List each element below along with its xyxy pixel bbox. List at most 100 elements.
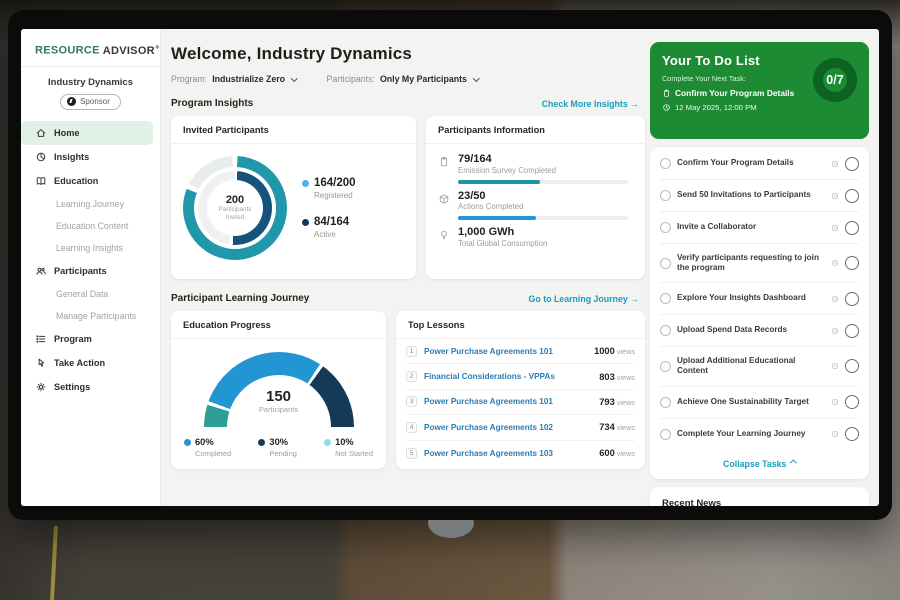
legend-item-pending: 30% Pending xyxy=(258,437,297,458)
section-title: Program Insights xyxy=(171,98,253,109)
clock-icon xyxy=(831,327,839,335)
lesson-link[interactable]: Power Purchase Agreements 101 xyxy=(424,347,587,356)
todo-progress-ring: 0/7 xyxy=(813,58,857,102)
task-row-achieve-sustainability-target[interactable]: Achieve One Sustainability Target xyxy=(660,387,859,419)
filters-row: Program: Industrialize Zero Participants… xyxy=(171,74,650,84)
task-checkbox[interactable] xyxy=(660,429,671,440)
task-row-verify-participants[interactable]: Verify participants requesting to join t… xyxy=(660,244,859,283)
lesson-row: 4 Power Purchase Agreements 102 734views xyxy=(406,415,635,440)
sidebar-item-take-action[interactable]: Take Action xyxy=(21,351,160,375)
task-open-button[interactable] xyxy=(845,256,859,270)
lesson-link[interactable]: Power Purchase Agreements 101 xyxy=(424,397,592,406)
task-open-button[interactable] xyxy=(845,324,859,338)
task-row-send-invitations[interactable]: Send 50 Invitations to Participants xyxy=(660,180,859,212)
task-open-button[interactable] xyxy=(845,395,859,409)
take-action-icon xyxy=(35,357,47,369)
legend-item-not-started: 10% Not Started xyxy=(324,437,373,458)
clipboard-icon xyxy=(662,89,671,98)
task-checkbox[interactable] xyxy=(660,158,671,169)
arrow-right-icon: → xyxy=(630,99,639,109)
sponsor-badge[interactable]: Sponsor xyxy=(60,94,121,110)
lesson-link[interactable]: Financial Considerations - VPPAs xyxy=(424,372,592,381)
task-checkbox[interactable] xyxy=(660,361,671,372)
stat-emission-survey: 79/164 Emission Survey Completed xyxy=(438,153,633,184)
lightbulb-icon xyxy=(438,229,450,241)
sidebar-item-general-data[interactable]: General Data xyxy=(21,283,160,305)
lesson-row: 2 Financial Considerations - VPPAs 803vi… xyxy=(406,364,635,389)
insights-cards-row: Invited Participants 200 Participants In… xyxy=(171,116,650,279)
cube-icon xyxy=(438,193,450,205)
recent-news-title: Recent News xyxy=(662,498,857,506)
lesson-row: 3 Power Purchase Agreements 101 793views xyxy=(406,390,635,415)
sidebar-item-home[interactable]: Home xyxy=(21,121,153,145)
go-to-learning-journey-link[interactable]: Go to Learning Journey → xyxy=(529,294,639,304)
card-title: Invited Participants xyxy=(171,116,416,144)
education-progress-gauge-chart: 150 Participants xyxy=(204,352,354,428)
arrow-right-icon: → xyxy=(630,294,639,304)
rank-badge: 5 xyxy=(406,448,417,459)
todo-panel: Your To Do List Complete Your Next Task:… xyxy=(650,42,869,506)
participants-select[interactable]: Participants: Only My Participants xyxy=(327,74,479,84)
task-row-upload-educational-content[interactable]: Upload Additional Educational Content xyxy=(660,347,859,386)
task-open-button[interactable] xyxy=(845,427,859,441)
book-icon xyxy=(35,175,47,187)
task-checkbox[interactable] xyxy=(660,325,671,336)
gear-icon xyxy=(35,381,47,393)
sidebar-item-program[interactable]: Program xyxy=(21,327,160,351)
check-more-insights-link[interactable]: Check More Insights → xyxy=(542,99,639,109)
clock-icon xyxy=(831,430,839,438)
rank-badge: 4 xyxy=(406,422,417,433)
clock-icon xyxy=(831,295,839,303)
collapse-tasks-link[interactable]: Collapse Tasks xyxy=(660,450,859,474)
lesson-link[interactable]: Power Purchase Agreements 103 xyxy=(424,449,592,458)
task-row-confirm-program[interactable]: Confirm Your Program Details xyxy=(660,148,859,180)
task-open-button[interactable] xyxy=(845,221,859,235)
sidebar-item-learning-insights[interactable]: Learning Insights xyxy=(21,237,160,259)
task-checkbox[interactable] xyxy=(660,293,671,304)
sidebar-item-manage-participants[interactable]: Manage Participants xyxy=(21,305,160,327)
recent-news-card: Recent News xyxy=(650,487,869,506)
task-checkbox[interactable] xyxy=(660,222,671,233)
task-row-complete-learning-journey[interactable]: Complete Your Learning Journey xyxy=(660,419,859,450)
logo-text-secondary: ADVISOR+ xyxy=(103,45,160,57)
rank-badge: 3 xyxy=(406,396,417,407)
sidebar-item-learning-journey[interactable]: Learning Journey xyxy=(21,193,160,215)
pending-dot xyxy=(258,439,265,446)
sidebar-item-education-content[interactable]: Education Content xyxy=(21,215,160,237)
task-row-upload-spend-data[interactable]: Upload Spend Data Records xyxy=(660,315,859,347)
task-checkbox[interactable] xyxy=(660,397,671,408)
gauge-legend: 60% Completed 30% Pending 10% Not Starte… xyxy=(171,428,386,458)
sidebar: RESOURCE ADVISOR+ Industry Dynamics Spon… xyxy=(21,29,161,506)
task-open-button[interactable] xyxy=(845,157,859,171)
org-name: Industry Dynamics xyxy=(21,77,160,88)
task-open-button[interactable] xyxy=(845,189,859,203)
sidebar-item-settings[interactable]: Settings xyxy=(21,375,160,399)
card-title: Education Progress xyxy=(171,311,386,339)
sidebar-item-participants[interactable]: Participants xyxy=(21,259,160,283)
lesson-link[interactable]: Power Purchase Agreements 102 xyxy=(424,423,592,432)
stat-global-consumption: 1,000 GWh Total Global Consumption xyxy=(438,226,633,248)
task-list-card: Confirm Your Program Details Send 50 Inv… xyxy=(650,147,869,479)
task-checkbox[interactable] xyxy=(660,258,671,269)
task-open-button[interactable] xyxy=(845,292,859,306)
insights-icon xyxy=(35,151,47,163)
task-row-explore-insights[interactable]: Explore Your Insights Dashboard xyxy=(660,283,859,315)
top-lessons-card: Top Lessons 1 Power Purchase Agreements … xyxy=(396,311,645,469)
program-label: Program: xyxy=(171,74,207,84)
task-checkbox[interactable] xyxy=(660,190,671,201)
due-date: 12 May 2025, 12:00 PM xyxy=(662,103,857,112)
program-select[interactable]: Program: Industrialize Zero xyxy=(171,74,297,84)
sidebar-item-insights[interactable]: Insights xyxy=(21,145,160,169)
task-open-button[interactable] xyxy=(845,359,859,373)
legend-item-active: 84/164 Active xyxy=(302,216,356,239)
active-dot xyxy=(302,219,309,226)
monitor-bezel: RESOURCE ADVISOR+ Industry Dynamics Spon… xyxy=(8,10,892,520)
program-value: Industrialize Zero xyxy=(212,74,285,84)
actions-completed-progress-bar xyxy=(458,216,628,220)
desk-scene: RESOURCE ADVISOR+ Industry Dynamics Spon… xyxy=(0,0,900,600)
participants-information-card: Participants Information 79/164 Emission… xyxy=(426,116,645,279)
invited-participants-donut-chart: 200 Participants Invited xyxy=(183,156,287,260)
task-row-invite-collaborator[interactable]: Invite a Collaborator xyxy=(660,212,859,244)
participants-value: Only My Participants xyxy=(380,74,467,84)
sidebar-item-education[interactable]: Education xyxy=(21,169,160,193)
